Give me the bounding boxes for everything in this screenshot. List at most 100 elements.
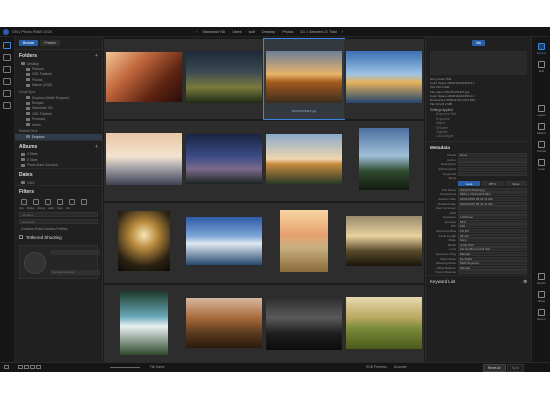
filter-exposure[interactable]: Exposure <box>19 219 98 225</box>
forward-arrow-icon[interactable]: › <box>342 29 344 35</box>
camera-settings-field[interactable]: Camera Settings <box>50 269 100 275</box>
breadcrumb-segment[interactable]: Photos <box>280 30 295 34</box>
camera-icon[interactable] <box>3 54 11 61</box>
calendar-filter-icon[interactable] <box>69 199 75 206</box>
back-arrow-icon[interactable]: ‹ <box>196 29 198 35</box>
thumbnail-cell[interactable] <box>344 121 424 201</box>
metadata-value[interactable]: FE 16-35mm F2.8 GM <box>458 247 527 252</box>
sort-label[interactable]: File Name <box>150 365 165 369</box>
shared-folder-item-label: Dropbox <box>32 135 45 139</box>
module-portrait[interactable]: Portrait <box>532 141 550 153</box>
thumbnail-cell[interactable] <box>264 285 344 365</box>
metadata-value[interactable]: Sony <box>458 238 527 243</box>
cloud-icon[interactable] <box>3 90 11 97</box>
star-icon[interactable] <box>45 199 51 206</box>
metadata-value[interactable]: Manual <box>458 265 527 270</box>
module-export[interactable]: Export <box>532 309 550 321</box>
module-edit[interactable]: Edit <box>532 61 550 73</box>
metadata-value[interactable]: 5584 x 3723 (20.8 MP) <box>458 192 527 197</box>
tether-field-1[interactable] <box>50 249 100 255</box>
metadata-value[interactable]: DSC07478-EX.jpg <box>458 187 527 192</box>
tab-presets[interactable]: Presets <box>40 40 60 46</box>
portrait-icon <box>538 141 545 148</box>
albums-header[interactable]: Albums + <box>15 139 102 152</box>
keyword-list-header[interactable]: Keyword List ⚙ <box>426 274 531 288</box>
file-type-icon[interactable] <box>81 199 87 206</box>
tab-iptc[interactable]: IPTC <box>481 181 504 187</box>
tab-info[interactable]: Info <box>471 40 486 46</box>
breadcrumb-segment[interactable]: Desktop <box>260 30 277 34</box>
thumbnail-cell[interactable] <box>344 285 424 365</box>
metadata-header[interactable]: Metadata <box>426 140 531 153</box>
module-resize[interactable]: Resize <box>532 273 550 285</box>
metadata-value[interactable] <box>458 166 527 171</box>
metadata-value[interactable]: 04/21/2019 05:41:11 AM <box>458 201 527 206</box>
tab-less[interactable]: Less <box>458 181 481 187</box>
filters-header[interactable]: Filters <box>15 185 102 197</box>
label-icon[interactable] <box>57 199 63 206</box>
panel-toggle-icon[interactable] <box>4 365 10 370</box>
metadata-value[interactable] <box>458 171 527 176</box>
thumbnail-cell[interactable] <box>184 39 264 119</box>
metadata-value[interactable] <box>458 206 527 211</box>
metadata-value[interactable]: f/8.0 <box>458 219 527 224</box>
module-local[interactable]: Local <box>532 159 550 171</box>
dates-header[interactable]: Dates <box>15 167 102 180</box>
module-layers[interactable]: Layers <box>532 105 550 117</box>
tether-checkbox-icon[interactable] <box>19 235 23 240</box>
thumbnail-cell[interactable] <box>184 285 264 365</box>
filter-all-items[interactable]: All Items <box>19 212 98 218</box>
thumbnail-cell[interactable] <box>184 203 264 283</box>
metadata-value[interactable] <box>458 162 527 167</box>
reset-all-button[interactable]: Reset All <box>483 364 506 372</box>
add-folder-icon[interactable]: + <box>95 53 98 59</box>
metadata-value[interactable] <box>458 210 527 215</box>
metadata-value[interactable] <box>458 157 527 162</box>
metadata-value[interactable]: ILCE-7M3 <box>458 242 527 247</box>
preset-select[interactable]: None <box>458 153 527 158</box>
view-mode-icons[interactable] <box>18 365 42 370</box>
shutter-button[interactable] <box>24 251 46 274</box>
albums-icon[interactable] <box>3 66 11 73</box>
metadata-value[interactable]: Manual <box>458 252 527 257</box>
thumbnail-cell-selected[interactable]: DSC07478-EX.jpg <box>263 38 345 120</box>
breadcrumb-segment[interactable]: wolf <box>247 30 257 34</box>
metadata-value[interactable]: 1/160 sec <box>458 215 527 220</box>
tab-none[interactable]: None <box>504 181 527 187</box>
settings-applied[interactable]: Settings Applied Exposure Stat Exposure Ad… <box>426 106 531 140</box>
keyword-settings-icon[interactable]: ⚙ <box>523 279 527 285</box>
preview-select[interactable]: Accurate <box>394 365 407 369</box>
thumbnail-size-slider[interactable] <box>110 367 140 368</box>
calendar-icon[interactable] <box>3 78 11 85</box>
breadcrumb-segment[interactable]: Macintosh HD <box>201 30 228 34</box>
thumbnail-cell[interactable] <box>104 39 184 119</box>
thumbnail-cell[interactable] <box>344 203 424 283</box>
thumbnail-cell[interactable] <box>104 121 184 201</box>
metadata-value[interactable]: 100 <box>458 224 527 229</box>
thumbnail-cell[interactable] <box>104 203 184 283</box>
metadata-value[interactable]: 0.0 EV <box>458 229 527 234</box>
heart-icon[interactable] <box>21 199 27 206</box>
thumbnail-cell[interactable] <box>264 203 344 283</box>
thumbnail-cell[interactable] <box>344 39 424 119</box>
breadcrumb-segment[interactable]: Users <box>230 30 243 34</box>
dislike-icon[interactable] <box>33 199 39 206</box>
module-share[interactable]: Share <box>532 291 550 303</box>
module-browse[interactable]: Browse <box>532 43 550 55</box>
sync-button[interactable]: Sync <box>507 364 525 372</box>
metadata-value[interactable]: 28 mm <box>458 233 527 238</box>
folders-icon[interactable] <box>3 42 11 49</box>
thumbnail-cell[interactable] <box>184 121 264 201</box>
recent-icon[interactable] <box>3 102 11 109</box>
tether-header[interactable]: Tethered Shooting <box>15 232 102 243</box>
thumbnail-cell[interactable] <box>264 121 344 201</box>
metadata-value[interactable]: Multi Segment <box>458 261 527 266</box>
tab-browse[interactable]: Browse <box>19 40 39 46</box>
module-effects[interactable]: Effects <box>532 123 550 135</box>
metadata-value[interactable] <box>458 270 527 275</box>
metadata-value[interactable]: 04/21/2019 05:41:11 AM <box>458 196 527 201</box>
folders-header[interactable]: Folders + <box>15 49 102 61</box>
metadata-value[interactable]: No Flash <box>458 256 527 261</box>
add-album-icon[interactable]: + <box>95 144 98 150</box>
thumbnail-cell[interactable] <box>104 285 184 365</box>
